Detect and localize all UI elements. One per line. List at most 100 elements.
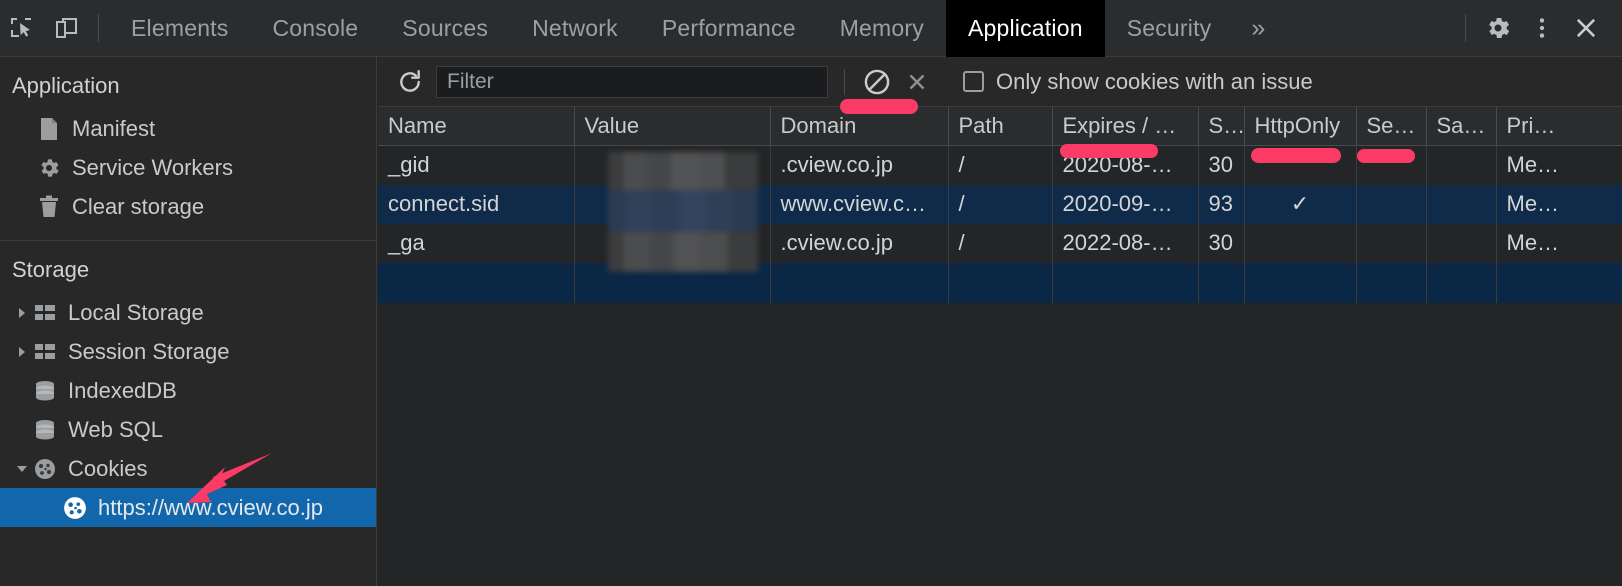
col-header-name[interactable]: Name bbox=[378, 107, 575, 146]
table-row[interactable]: _ga .cview.co.jp / 2022-08-… 30 Me… bbox=[378, 223, 1622, 263]
table-row[interactable]: _gid .cview.co.jp / 2020-08-… 30 Me… bbox=[378, 145, 1622, 185]
database-icon bbox=[32, 417, 58, 443]
settings-gear-icon[interactable] bbox=[1476, 6, 1520, 50]
more-tabs-icon[interactable]: » bbox=[1233, 0, 1283, 57]
chevron-right-icon[interactable] bbox=[14, 344, 30, 360]
cell-path: / bbox=[948, 184, 1053, 224]
sidebar-item-session-storage[interactable]: Session Storage bbox=[0, 332, 376, 371]
tab-network[interactable]: Network bbox=[510, 0, 640, 57]
database-icon bbox=[32, 378, 58, 404]
chevron-down-icon[interactable] bbox=[14, 461, 30, 477]
clear-all-cookies-icon[interactable] bbox=[857, 62, 897, 102]
cell-value bbox=[574, 145, 771, 185]
cell-expires bbox=[1052, 262, 1199, 303]
tab-security[interactable]: Security bbox=[1105, 0, 1234, 57]
cell-value bbox=[574, 262, 771, 303]
col-header-expires[interactable]: Expires / … bbox=[1052, 107, 1199, 146]
highlight-expires-column bbox=[1060, 144, 1158, 158]
cookie-icon bbox=[62, 495, 88, 521]
cell-value bbox=[574, 223, 771, 263]
cell-domain: .cview.co.jp bbox=[770, 223, 949, 263]
toolbar-divider-right bbox=[1465, 14, 1466, 42]
col-header-size[interactable]: S… bbox=[1198, 107, 1245, 146]
tab-console[interactable]: Console bbox=[250, 0, 380, 57]
cell-priority: Me… bbox=[1496, 184, 1622, 224]
cell-domain: www.cview.c… bbox=[770, 184, 949, 224]
sidebar-item-label: Clear storage bbox=[72, 193, 205, 219]
col-header-value[interactable]: Value bbox=[574, 107, 771, 146]
cell-priority: Me… bbox=[1496, 145, 1622, 185]
col-header-path[interactable]: Path bbox=[948, 107, 1053, 146]
table-icon bbox=[32, 300, 58, 326]
chevron-right-icon[interactable] bbox=[14, 305, 30, 321]
col-header-httponly[interactable]: HttpOnly bbox=[1244, 107, 1357, 146]
table-icon bbox=[32, 339, 58, 365]
cookies-panel: Only show cookies with an issue Name Val… bbox=[378, 57, 1622, 586]
sidebar-item-label: Service Workers bbox=[72, 154, 233, 180]
trash-icon bbox=[36, 194, 62, 220]
cell-priority: Me… bbox=[1496, 223, 1622, 263]
inspect-element-icon[interactable] bbox=[0, 6, 44, 50]
cell-value bbox=[574, 184, 771, 224]
cell-size: 93 bbox=[1198, 184, 1245, 224]
cell-domain bbox=[770, 262, 949, 303]
close-devtools-icon[interactable] bbox=[1564, 6, 1608, 50]
cell-httponly bbox=[1244, 262, 1357, 303]
toolbar-divider bbox=[844, 68, 845, 95]
refresh-icon[interactable] bbox=[390, 62, 430, 102]
col-header-samesite[interactable]: Sa… bbox=[1426, 107, 1497, 146]
application-sidebar: Application Manifest Service Workers Cle… bbox=[0, 57, 377, 586]
sidebar-item-clear-storage[interactable]: Clear storage bbox=[0, 187, 376, 226]
tab-performance[interactable]: Performance bbox=[640, 0, 818, 57]
cell-secure bbox=[1356, 223, 1427, 263]
sidebar-item-label: Local Storage bbox=[68, 299, 204, 325]
cookie-icon bbox=[32, 456, 58, 482]
tab-elements[interactable]: Elements bbox=[109, 0, 250, 57]
only-issues-checkbox[interactable]: Only show cookies with an issue bbox=[963, 69, 1313, 95]
sidebar-item-label: Web SQL bbox=[68, 416, 163, 442]
table-header-row: Name Value Domain Path Expires / … S… Ht… bbox=[378, 107, 1622, 146]
cell-name: connect.sid bbox=[378, 184, 575, 224]
sidebar-item-cookie-origin[interactable]: https://www.cview.co.jp bbox=[0, 488, 376, 527]
cookies-toolbar: Only show cookies with an issue bbox=[378, 57, 1622, 107]
col-header-secure[interactable]: Se… bbox=[1356, 107, 1427, 146]
cell-path: / bbox=[948, 223, 1053, 263]
tab-memory[interactable]: Memory bbox=[818, 0, 946, 57]
document-icon bbox=[36, 116, 62, 142]
highlight-httponly-column bbox=[1251, 148, 1341, 163]
cell-path bbox=[948, 262, 1053, 303]
sidebar-item-label: Cookies bbox=[68, 455, 148, 481]
cell-domain: .cview.co.jp bbox=[770, 145, 949, 185]
cell-path: / bbox=[948, 145, 1053, 185]
sidebar-item-manifest[interactable]: Manifest bbox=[0, 109, 376, 148]
sidebar-section-application: Application bbox=[12, 73, 120, 98]
more-options-icon[interactable] bbox=[1520, 6, 1564, 50]
cell-samesite bbox=[1426, 184, 1497, 224]
devtools-window: Elements Console Sources Network Perform… bbox=[0, 0, 1622, 586]
devtools-tabbar: Elements Console Sources Network Perform… bbox=[0, 0, 1622, 57]
cell-name bbox=[378, 262, 575, 303]
checkbox-box[interactable] bbox=[963, 71, 984, 92]
sidebar-item-label: IndexedDB bbox=[68, 377, 177, 403]
filter-input[interactable] bbox=[436, 65, 828, 98]
tab-sources[interactable]: Sources bbox=[380, 0, 510, 57]
cell-secure bbox=[1356, 262, 1427, 303]
sidebar-item-label: Session Storage bbox=[68, 338, 230, 364]
sidebar-item-cookies[interactable]: Cookies bbox=[0, 449, 376, 488]
table-row[interactable]: connect.sid www.cview.c… / 2020-09-… 93 … bbox=[378, 184, 1622, 224]
sidebar-item-web-sql[interactable]: Web SQL bbox=[0, 410, 376, 449]
tab-application[interactable]: Application bbox=[945, 0, 1105, 57]
cell-samesite bbox=[1426, 262, 1497, 303]
delete-selected-cookie-icon[interactable] bbox=[897, 62, 937, 102]
sidebar-item-local-storage[interactable]: Local Storage bbox=[0, 293, 376, 332]
device-toolbar-icon[interactable] bbox=[44, 6, 88, 50]
sidebar-item-indexeddb[interactable]: IndexedDB bbox=[0, 371, 376, 410]
toolbar-divider bbox=[98, 14, 99, 42]
sidebar-item-label: https://www.cview.co.jp bbox=[98, 494, 323, 520]
cell-size: 30 bbox=[1198, 223, 1245, 263]
sidebar-item-service-workers[interactable]: Service Workers bbox=[0, 148, 376, 187]
table-row[interactable] bbox=[378, 262, 1622, 303]
col-header-priority[interactable]: Pri… bbox=[1496, 107, 1622, 146]
cell-expires: 2020-09-… bbox=[1052, 184, 1199, 224]
cell-name: _gid bbox=[378, 145, 575, 185]
